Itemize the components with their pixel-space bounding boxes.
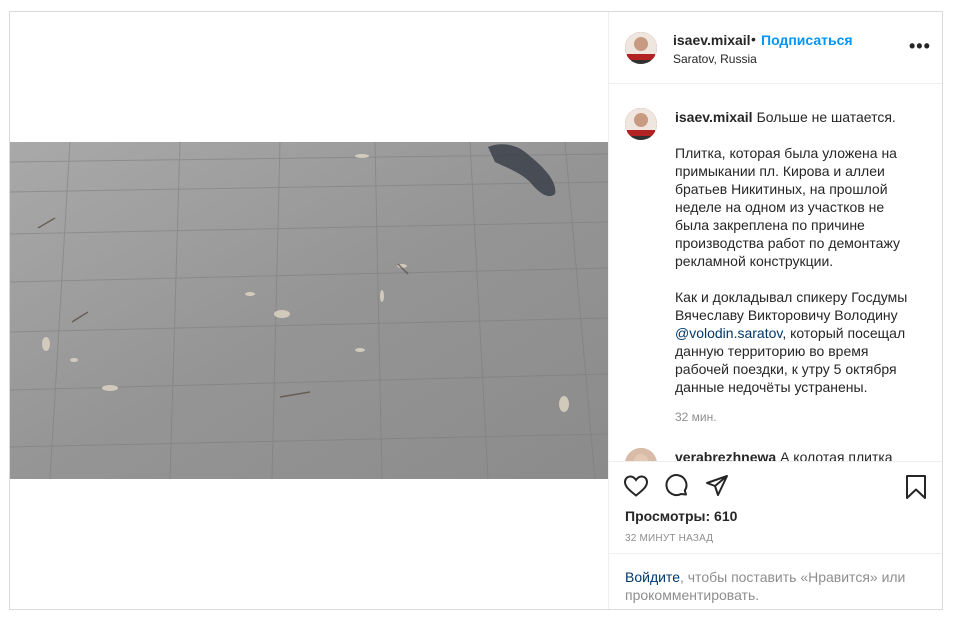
login-link[interactable]: Войдите: [625, 569, 680, 585]
paper-plane-icon[interactable]: [704, 474, 730, 498]
video-player[interactable]: [10, 142, 608, 479]
separator-dot: •: [751, 31, 756, 47]
more-options-icon[interactable]: •••: [909, 36, 931, 57]
post-header: isaev.mixail • Подписаться Saratov, Russ…: [609, 12, 942, 84]
follow-button[interactable]: Подписаться: [761, 32, 853, 48]
login-prompt: Войдите, чтобы поставить «Нравится» или …: [609, 553, 942, 609]
bookmark-icon[interactable]: [905, 474, 927, 500]
comment-item: verabrezhnewa А колотая плитка: [675, 448, 925, 461]
views-count[interactable]: Просмотры: 610: [625, 508, 737, 524]
caption-mention-link[interactable]: @volodin.saratov: [675, 325, 782, 341]
comments-list[interactable]: isaev.mixail Больше не шатается. Плитка, …: [609, 84, 942, 461]
post-sidebar: isaev.mixail • Подписаться Saratov, Russ…: [608, 12, 942, 609]
author-username[interactable]: isaev.mixail: [673, 32, 751, 48]
post-caption: isaev.mixail Больше не шатается. Плитка, …: [675, 108, 915, 396]
comment-bubble-icon[interactable]: [664, 474, 690, 498]
instagram-post: isaev.mixail • Подписаться Saratov, Russ…: [9, 11, 943, 610]
caption-username[interactable]: isaev.mixail: [675, 109, 753, 125]
post-actions: Просмотры: 610 32 МИНУТ НАЗАД: [609, 461, 942, 561]
comment-text: А колотая плитка: [780, 449, 893, 461]
commenter-avatar[interactable]: [625, 448, 657, 461]
post-location[interactable]: Saratov, Russia: [673, 52, 757, 66]
caption-avatar[interactable]: [625, 108, 657, 140]
author-avatar[interactable]: [625, 32, 657, 64]
post-date[interactable]: 32 МИНУТ НАЗАД: [625, 533, 713, 544]
comment-username[interactable]: verabrezhnewa: [675, 449, 776, 461]
post-media: [10, 12, 608, 609]
video-frame: [10, 142, 608, 479]
heart-icon[interactable]: [623, 474, 649, 498]
caption-text-1: Больше не шатается. Плитка, которая была…: [675, 109, 908, 323]
caption-timestamp[interactable]: 32 мин.: [675, 410, 717, 424]
